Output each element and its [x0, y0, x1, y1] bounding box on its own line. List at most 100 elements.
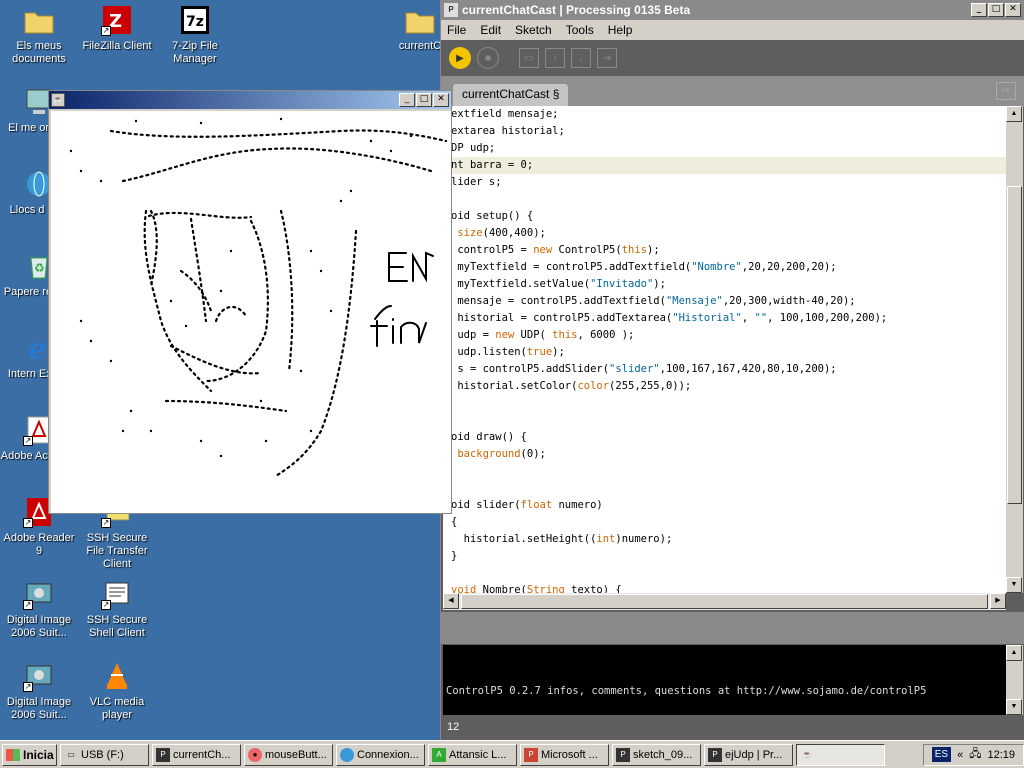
window-title: currentChatCast | Processing 0135 Beta — [462, 3, 691, 17]
task-sketch[interactable]: Psketch_09... — [612, 743, 701, 766]
new-button[interactable]: ▭ — [519, 48, 539, 68]
handwritten-text — [370, 251, 434, 347]
save-button[interactable]: ↓ — [571, 48, 591, 68]
task-label: USB (F:) — [81, 748, 124, 761]
desktop-icon-my-documents[interactable]: Els meus documents — [0, 4, 78, 66]
java-app-icon: ☕ — [51, 93, 65, 107]
code-line: void Nombre(String texto) { — [451, 584, 622, 593]
stop-button[interactable]: ■ — [477, 47, 499, 69]
vlc-icon — [101, 660, 133, 692]
tab-menu-arrow-icon[interactable]: ⇨ — [996, 82, 1016, 100]
code-line: { — [451, 516, 458, 528]
svg-text:e: e — [29, 332, 46, 364]
code-editor[interactable]: extfield mensaje; extarea historial; DP ud… — [443, 106, 1006, 593]
code-line: extfield mensaje; — [451, 108, 559, 120]
toolbar: ▶ ■ ▭ ↑ ↓ ⇥ — [441, 40, 1024, 76]
tray-expand-icon[interactable]: « — [957, 749, 963, 761]
editor-vertical-scrollbar[interactable]: ▲ ▼ — [1006, 106, 1023, 593]
scrollbar-thumb[interactable] — [1007, 186, 1022, 504]
start-button[interactable]: Inicia — [2, 743, 57, 766]
scrollbar-thumb[interactable] — [461, 594, 988, 609]
code-line: mensaje = controlP5.addTextfield("Mensaj… — [451, 295, 856, 307]
desktop-icon-7zip[interactable]: 7z 7-Zip File Manager — [156, 4, 234, 66]
scroll-down-arrow-icon[interactable]: ▼ — [1006, 699, 1022, 715]
code-line: udp.listen(true); — [451, 346, 565, 358]
task-current-chat-cast[interactable]: PcurrentCh... — [152, 743, 241, 766]
desktop-icon-digital-image-1[interactable]: ↗ Digital Image 2006 Suit... — [0, 578, 78, 640]
code-line: oid draw() { — [451, 431, 527, 443]
icon-label: 7-Zip File Manager — [172, 40, 218, 65]
scattered-dots — [69, 117, 413, 458]
processing-icon: P — [156, 747, 170, 762]
task-attansic[interactable]: A Attansic L... — [428, 743, 517, 766]
network-tray-icon[interactable]: 🖧 — [969, 745, 981, 764]
desktop-icon-ssh-shell[interactable]: ↗ SSH Secure Shell Client — [78, 578, 156, 640]
scroll-right-arrow-icon[interactable]: ▶ — [990, 593, 1006, 609]
menu-edit[interactable]: Edit — [480, 23, 501, 37]
language-indicator[interactable]: ES — [931, 747, 952, 762]
close-button[interactable]: ✕ — [1005, 3, 1021, 17]
menu-help[interactable]: Help — [608, 23, 633, 37]
icon-label: SSH Secure File Transfer Client — [86, 532, 148, 570]
clock[interactable]: 12:19 — [987, 749, 1015, 761]
code-line: controlP5 = new ControlP5(this); — [451, 244, 660, 256]
menu-sketch[interactable]: Sketch — [515, 23, 552, 37]
task-microsoft[interactable]: P Microsoft ... — [520, 743, 609, 766]
scroll-down-arrow-icon[interactable]: ▼ — [1006, 577, 1022, 593]
task-connexion[interactable]: Connexion... — [336, 743, 425, 766]
processing-app-icon: P — [444, 3, 458, 17]
minimize-button[interactable]: _ — [399, 93, 415, 107]
console-output[interactable]: ControlP5 0.2.7 infos, comments, questio… — [443, 645, 1006, 715]
task-java-window[interactable]: ☕ — [796, 743, 885, 766]
desktop-icon-filezilla[interactable]: Z ↗ FileZilla Client — [78, 4, 156, 53]
close-button[interactable]: ✕ — [433, 93, 449, 107]
7zip-icon: 7z — [179, 4, 211, 36]
taskbar: Inicia ▭ USB (F:) PcurrentCh... ● mouseBut… — [0, 740, 1024, 768]
task-ejudp[interactable]: PejUdp | Pr... — [704, 743, 793, 766]
window-titlebar: P currentChatCast | Processing 0135 Beta… — [441, 0, 1024, 20]
code-line: size(400,400); — [457, 227, 546, 239]
menu-file[interactable]: File — [447, 23, 466, 37]
sketch-canvas[interactable] — [51, 111, 451, 513]
task-label: sketch_09... — [633, 748, 693, 761]
firefox-icon: ● — [248, 747, 262, 762]
scroll-left-arrow-icon[interactable]: ◀ — [443, 593, 459, 609]
task-mouse-butt[interactable]: ● mouseButt... — [244, 743, 333, 766]
svg-text:♻: ♻ — [34, 261, 45, 275]
task-label: currentCh... — [173, 748, 231, 761]
minimize-button[interactable]: _ — [971, 3, 987, 17]
menu-tools[interactable]: Tools — [566, 23, 594, 37]
console-scrollbar[interactable]: ▲ ▼ — [1006, 645, 1023, 715]
windows-logo-icon — [6, 748, 20, 761]
drawing-canvas[interactable] — [51, 111, 451, 513]
svg-text:7z: 7z — [186, 14, 204, 30]
scroll-up-arrow-icon[interactable]: ▲ — [1006, 645, 1022, 661]
desktop-icon-vlc[interactable]: VLC media player — [78, 660, 156, 722]
drive-icon: ▭ — [67, 749, 75, 759]
icon-label: Digital Image 2006 Suit... — [6, 614, 72, 639]
task-label: mouseButt... — [265, 748, 327, 761]
processing-icon: P — [616, 747, 630, 762]
open-button[interactable]: ↑ — [545, 48, 565, 68]
icon-label: Adobe Reader 9 — [3, 532, 75, 557]
code-line: s = controlP5.addSlider("slider",100,167… — [451, 363, 837, 375]
export-button[interactable]: ⇥ — [597, 48, 617, 68]
scroll-up-arrow-icon[interactable]: ▲ — [1006, 106, 1022, 122]
desktop-icon-digital-image-2[interactable]: ↗ Digital Image 2006 Suit... — [0, 660, 78, 722]
maximize-button[interactable]: □ — [416, 93, 432, 107]
editor-horizontal-scrollbar[interactable]: ◀ ▶ — [443, 593, 1006, 610]
code-line: oid setup() { — [451, 210, 534, 222]
start-label: Inicia — [23, 747, 54, 762]
maximize-button[interactable]: □ — [988, 3, 1004, 17]
code-line: historial.setHeight((int)numero); — [451, 533, 673, 545]
code-line: extarea historial; — [451, 125, 565, 137]
ssh-shell-icon: ↗ — [101, 578, 133, 610]
run-button[interactable]: ▶ — [449, 47, 471, 69]
task-usb-drive[interactable]: ▭ USB (F:) — [60, 743, 149, 766]
task-label: ejUdp | Pr... — [725, 748, 783, 761]
tab-current-chat-cast[interactable]: currentChatCast § — [453, 84, 569, 106]
